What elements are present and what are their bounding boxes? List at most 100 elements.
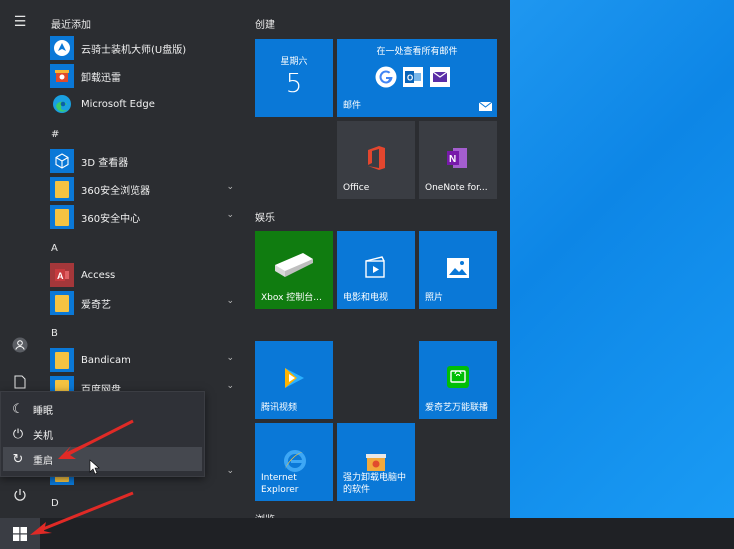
tile-label: 电影和电视	[343, 293, 389, 303]
folder-icon	[50, 291, 74, 315]
desktop-background	[510, 0, 734, 518]
app-item-edge[interactable]: Microsoft Edge	[50, 92, 240, 116]
calendar-weekday: 星期六	[280, 57, 308, 67]
app-item-xunlei-uninstall[interactable]: 卸载迅雷	[50, 64, 240, 88]
xunlei-uninstall-icon	[50, 64, 74, 88]
app-label: Microsoft Edge	[81, 98, 155, 110]
tile-photos[interactable]: 照片	[419, 231, 497, 309]
section-header-d[interactable]: D	[51, 498, 59, 509]
app-item-yunqishi[interactable]: 云骑士装机大师(U盘版)	[50, 36, 240, 60]
shutdown-option[interactable]: ⏻ 关机	[3, 422, 202, 446]
app-label: 卸载迅雷	[81, 72, 121, 84]
google-icon	[375, 66, 397, 88]
shutdown-label: 关机	[33, 430, 53, 442]
app-label: Access	[81, 269, 116, 281]
folder-icon	[50, 348, 74, 372]
user-avatar-icon[interactable]	[10, 337, 30, 357]
xbox-console-icon	[275, 253, 313, 277]
iqiyi-cast-icon	[447, 366, 469, 388]
svg-text:N: N	[449, 154, 456, 165]
onenote-icon: N	[447, 148, 467, 168]
app-label: 360安全浏览器	[81, 185, 151, 197]
restart-icon: ↻	[12, 451, 24, 467]
tile-label: 爱奇艺万能联播	[425, 403, 489, 413]
tile-label: 腾讯视频	[261, 403, 298, 413]
tile-calendar[interactable]: 星期六 5	[255, 39, 333, 117]
power-menu: ☾ 睡眠 ⏻ 关机 ↻ 重启	[0, 391, 205, 477]
svg-text:A: A	[57, 271, 64, 281]
section-header-a[interactable]: A	[51, 243, 58, 254]
tile-area: 创建 星期六 5 在一处查看所有邮件 O 邮件 Office N OneNote…	[245, 0, 510, 518]
windows-logo-icon	[13, 526, 27, 541]
mail-providers: O	[375, 66, 451, 88]
chevron-down-icon[interactable]: ⌄	[226, 182, 234, 192]
svg-text:O: O	[407, 74, 413, 83]
tile-group-browse[interactable]: 浏览	[255, 511, 275, 518]
internet-explorer-icon	[284, 450, 306, 472]
power-icon[interactable]	[10, 488, 30, 508]
tile-label: 强力卸载电脑中的软件	[343, 473, 407, 495]
yahoo-mail-icon	[430, 67, 450, 87]
power-icon: ⏻	[12, 426, 24, 442]
calendar-day: 5	[285, 69, 303, 99]
app-item-bandicam[interactable]: Bandicam ⌄	[50, 348, 240, 372]
chevron-down-icon[interactable]: ⌄	[226, 381, 234, 391]
app-item-360-security[interactable]: 360安全中心 ⌄	[50, 205, 240, 229]
mail-label: 邮件	[343, 101, 362, 111]
app-label: 爱奇艺	[81, 299, 111, 311]
chevron-down-icon[interactable]: ⌄	[226, 210, 234, 220]
tile-label: 照片	[425, 293, 444, 303]
app-item-access[interactable]: A Access	[50, 263, 240, 287]
section-header-b[interactable]: B	[51, 328, 58, 339]
yunqishi-icon	[50, 36, 74, 60]
restart-label: 重启	[33, 455, 53, 467]
tile-label: Xbox 控制台...	[261, 293, 322, 303]
photos-icon	[447, 258, 469, 278]
tile-iqiyi-cast[interactable]: 爱奇艺万能联播	[419, 341, 497, 419]
tile-internet-explorer[interactable]: Internet Explorer	[255, 423, 333, 501]
app-item-iqiyi[interactable]: 爱奇艺 ⌄	[50, 291, 240, 315]
uninstall-tool-icon	[366, 454, 386, 471]
app-label: 云骑士装机大师(U盘版)	[81, 44, 187, 56]
tile-force-uninstall[interactable]: 强力卸载电脑中的软件	[337, 423, 415, 501]
edge-icon	[50, 92, 74, 116]
app-label: Bandicam	[81, 354, 131, 366]
movies-tv-icon	[365, 256, 385, 278]
app-label: 3D 查看器	[81, 157, 129, 169]
sleep-option[interactable]: ☾ 睡眠	[3, 397, 202, 421]
tile-movies-tv[interactable]: 电影和电视	[337, 231, 415, 309]
tile-label: OneNote for...	[425, 183, 488, 193]
tile-onenote[interactable]: N OneNote for...	[419, 121, 497, 199]
app-item-3d-viewer[interactable]: 3D 查看器	[50, 149, 240, 173]
tile-label: Office	[343, 183, 370, 193]
tile-tencent-video[interactable]: 腾讯视频	[255, 341, 333, 419]
folder-icon	[50, 205, 74, 229]
moon-icon: ☾	[12, 401, 24, 417]
tile-group-entertainment[interactable]: 娱乐	[255, 209, 275, 224]
tile-xbox[interactable]: Xbox 控制台...	[255, 231, 333, 309]
restart-option[interactable]: ↻ 重启	[3, 447, 202, 471]
folder-icon	[50, 177, 74, 201]
office-icon	[368, 146, 385, 170]
taskbar	[0, 518, 734, 549]
tile-office[interactable]: Office	[337, 121, 415, 199]
access-icon: A	[50, 263, 74, 287]
3d-viewer-icon	[50, 149, 74, 173]
tile-group-create[interactable]: 创建	[255, 16, 275, 31]
app-item-360-browser[interactable]: 360安全浏览器 ⌄	[50, 177, 240, 201]
chevron-down-icon[interactable]: ⌄	[226, 466, 234, 476]
section-header-hash[interactable]: #	[51, 129, 59, 140]
chevron-down-icon[interactable]: ⌄	[226, 353, 234, 363]
chevron-down-icon[interactable]: ⌄	[226, 296, 234, 306]
outlook-icon: O	[403, 67, 423, 87]
tencent-video-icon	[285, 368, 304, 388]
section-header-recent: 最近添加	[51, 20, 91, 31]
envelope-icon	[479, 102, 492, 111]
app-label: 360安全中心	[81, 213, 141, 225]
sleep-label: 睡眠	[33, 405, 53, 417]
tile-label: Internet Explorer	[261, 473, 299, 495]
start-button[interactable]	[0, 518, 40, 549]
tile-mail[interactable]: 在一处查看所有邮件 O 邮件	[337, 39, 497, 117]
mail-header: 在一处查看所有邮件	[376, 47, 458, 57]
hamburger-menu-icon[interactable]: ☰	[10, 12, 30, 32]
